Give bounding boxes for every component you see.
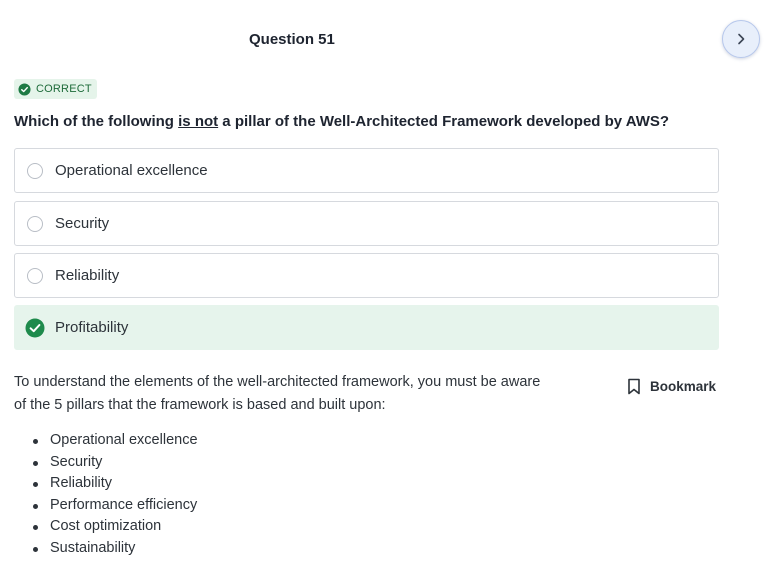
pillars-list: Operational excellence Security Reliabil… bbox=[30, 430, 198, 560]
list-item: Cost optimization bbox=[30, 516, 198, 538]
status-label: CORRECT bbox=[36, 83, 92, 95]
radio-button[interactable] bbox=[27, 162, 43, 179]
option-label: Profitability bbox=[55, 319, 129, 336]
answer-option-correct[interactable]: Profitability bbox=[14, 305, 719, 350]
radio-button[interactable] bbox=[27, 215, 43, 232]
check-circle-icon bbox=[25, 318, 45, 337]
list-item: Sustainability bbox=[30, 538, 198, 560]
list-item: Operational excellence bbox=[30, 430, 198, 452]
question-text-end: a pillar of the Well-Architected Framewo… bbox=[218, 113, 670, 130]
option-label: Operational excellence bbox=[55, 162, 208, 179]
radio-button[interactable] bbox=[27, 267, 43, 284]
question-title: Question 51 bbox=[249, 31, 335, 48]
list-item: Performance efficiency bbox=[30, 495, 198, 517]
option-label: Reliability bbox=[55, 267, 120, 284]
explanation-text: To understand the elements of the well-a… bbox=[14, 374, 541, 413]
option-label: Security bbox=[55, 215, 110, 232]
bookmark-icon bbox=[628, 378, 640, 395]
question-text: Which of the following is not a pillar o… bbox=[14, 113, 734, 130]
quiz-page: Question 51 CORRECT Which of the followi… bbox=[0, 0, 776, 571]
bookmark-label: Bookmark bbox=[650, 379, 717, 394]
chevron-right-icon bbox=[738, 33, 745, 45]
answer-option[interactable]: Operational excellence bbox=[14, 148, 719, 193]
check-circle-icon bbox=[18, 82, 31, 96]
question-text-start: Which of the following bbox=[14, 113, 179, 130]
bookmark-button[interactable]: Bookmark bbox=[627, 378, 716, 395]
question-emphasis: is not bbox=[178, 113, 219, 130]
correct-badge: CORRECT bbox=[14, 79, 97, 99]
next-question-button[interactable] bbox=[722, 20, 760, 58]
list-item: Security bbox=[30, 452, 198, 474]
list-item: Reliability bbox=[30, 473, 198, 495]
answer-option[interactable]: Security bbox=[14, 201, 719, 246]
answer-option[interactable]: Reliability bbox=[14, 253, 719, 298]
